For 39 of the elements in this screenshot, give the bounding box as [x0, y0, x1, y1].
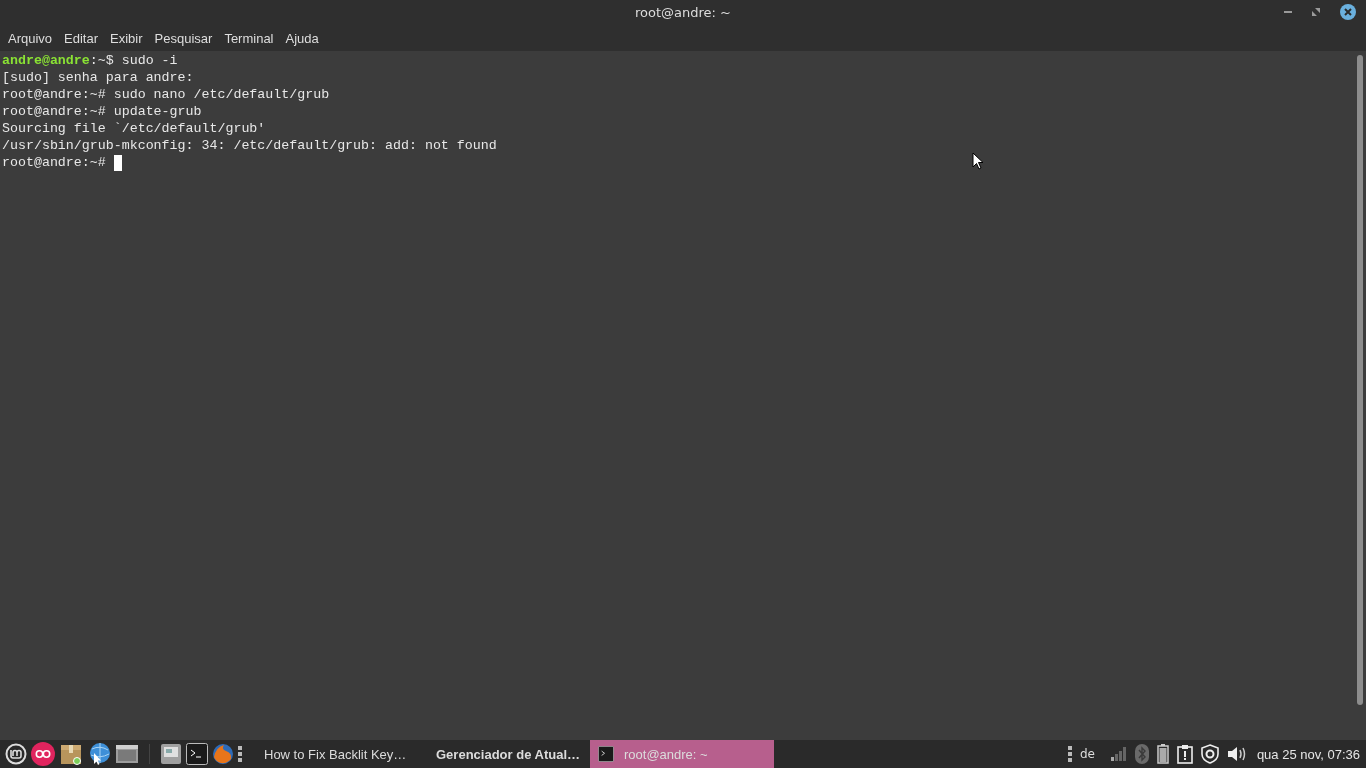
grip-icon: [1067, 746, 1072, 762]
close-icon[interactable]: [1340, 4, 1356, 20]
terminal-text: /usr/sbin/grub-mkconfig: 34: /etc/default/grub: add: not found: [2, 137, 497, 154]
menu-item[interactable]: Editar: [58, 30, 105, 46]
terminal-text: root@andre:~#: [2, 154, 107, 171]
terminal-icon[interactable]: [186, 743, 208, 765]
rings-icon[interactable]: [31, 742, 55, 766]
drive-icon[interactable]: [115, 743, 139, 765]
prompt-user: andre@andre: [2, 52, 90, 69]
taskbar-window-button[interactable]: How to Fix Backlit Key…: [246, 740, 414, 768]
maximize-icon[interactable]: [1312, 8, 1320, 16]
terminal-icon: [598, 746, 614, 762]
menu-item[interactable]: Ajuda: [279, 30, 325, 46]
fox-globe-icon[interactable]: [212, 743, 234, 765]
clock[interactable]: qua 25 nov, 07:36: [1256, 746, 1360, 762]
package-icon[interactable]: [59, 742, 83, 766]
terminal-text: :~$ sudo -i: [89, 52, 178, 69]
window-title: root@andre: ~: [635, 5, 731, 20]
menu-logo-icon[interactable]: [5, 743, 27, 765]
terminal-text: Sourcing file `/etc/default/grub': [2, 120, 266, 137]
clipboard-alert-icon[interactable]: [1176, 744, 1193, 764]
grip-icon: [238, 746, 242, 762]
terminal-text: root@andre:~# update-grub: [2, 103, 202, 120]
terminal-text: root@andre:~# sudo nano /etc/default/grub: [2, 86, 330, 103]
signal-icon[interactable]: [1110, 747, 1127, 761]
menu-item[interactable]: Arquivo: [2, 30, 59, 46]
shield-gear-icon[interactable]: [1200, 744, 1219, 764]
menu-item[interactable]: Pesquisar: [148, 30, 219, 46]
keyboard-layout[interactable]: de: [1079, 747, 1095, 761]
bluetooth-icon[interactable]: [1134, 744, 1149, 764]
monitor-icon[interactable]: [160, 743, 182, 765]
battery-icon[interactable]: [1156, 744, 1169, 764]
terminal-text: [sudo] senha para andre:: [2, 69, 194, 86]
mouse-pointer-icon: [972, 152, 984, 170]
menu-item[interactable]: Terminal: [218, 30, 280, 46]
taskbar-window-button[interactable]: Gerenciador de Atual…: [418, 740, 586, 768]
globe-icon[interactable]: [87, 742, 111, 766]
text-cursor: [113, 154, 122, 171]
menu-item[interactable]: Exibir: [104, 30, 149, 46]
